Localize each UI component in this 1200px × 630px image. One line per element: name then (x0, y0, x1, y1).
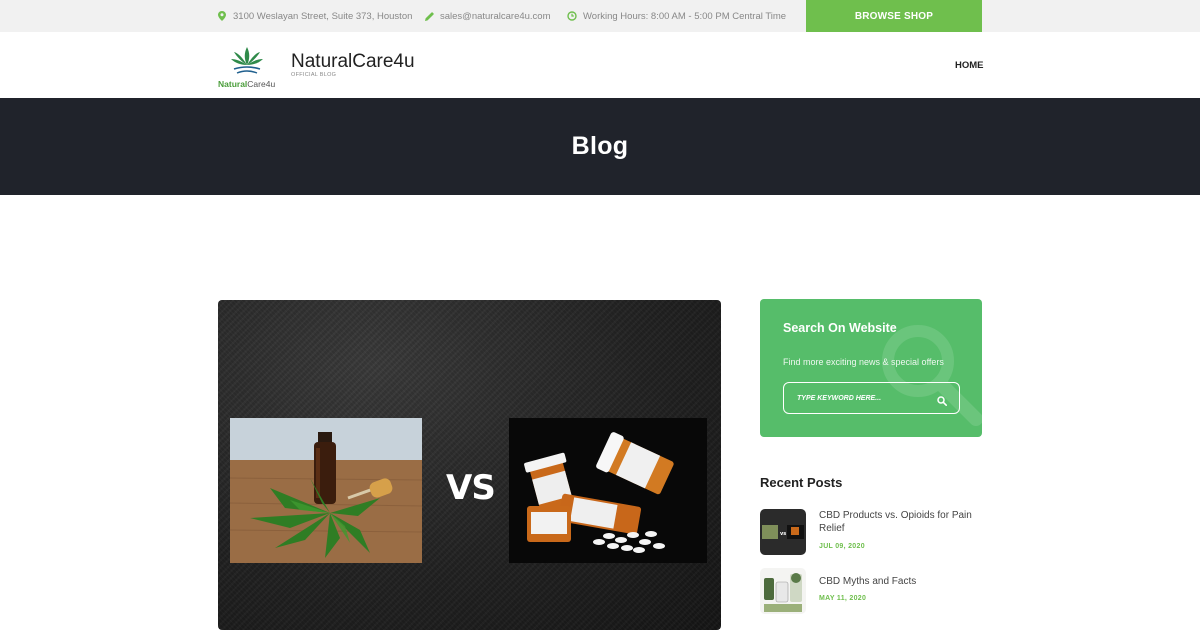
location-pin-icon (217, 11, 227, 21)
search-watermark-icon (878, 321, 982, 431)
hours-info: Working Hours: 8:00 AM - 5:00 PM Central… (567, 0, 786, 32)
search-widget-title: Search On Website (783, 321, 897, 335)
search-widget-subtitle: Find more exciting news & special offers (783, 357, 944, 367)
email-link[interactable]: sales@naturalcare4u.com (440, 11, 551, 22)
address-text: 3100 Weslayan Street, Suite 373, Houston (233, 10, 413, 22)
recent-post-date: MAY 11, 2020 (819, 595, 867, 602)
hours-text: Working Hours: 8:00 AM - 5:00 PM Central… (583, 10, 787, 22)
brand-name[interactable]: NaturalCare4u (291, 51, 415, 73)
email-info[interactable]: sales@naturalcare4u.com (424, 0, 551, 32)
logo-wordmark: NaturalCare4u (218, 79, 276, 89)
top-info-bar: 3100 Weslayan Street, Suite 373, Houston… (0, 0, 1200, 32)
recent-post-thumbnail[interactable] (760, 568, 806, 614)
site-header: NaturalCare4u NaturalCare4u OFFICIAL BLO… (0, 32, 1200, 98)
page-title: Blog (571, 132, 629, 160)
nav-home-link[interactable]: HOME (955, 60, 984, 71)
recent-post-item[interactable]: CBD Myths and Facts MAY 11, 2020 (760, 568, 982, 618)
browse-shop-button[interactable]: BROWSE SHOP (806, 0, 982, 32)
vs-label: VS (446, 468, 496, 508)
opioid-pills-photo (509, 418, 707, 563)
cbd-oil-photo (230, 418, 422, 563)
address-info: 3100 Weslayan Street, Suite 373, Houston (217, 0, 412, 32)
recent-posts-heading: Recent Posts (760, 475, 843, 490)
search-input[interactable] (797, 394, 937, 402)
pencil-icon (424, 11, 434, 21)
featured-post-image[interactable]: VS (218, 300, 721, 630)
recent-post-item[interactable]: vs CBD Products vs. Opioids for Pain Rel… (760, 509, 982, 559)
recent-post-date: JUL 09, 2020 (819, 543, 865, 550)
recent-post-title[interactable]: CBD Myths and Facts (819, 575, 982, 588)
search-widget: Search On Website Find more exciting new… (760, 299, 982, 437)
svg-text:vs: vs (780, 531, 786, 537)
recent-post-thumbnail[interactable]: vs (760, 509, 806, 555)
clock-icon (567, 11, 577, 21)
brand-tagline: OFFICIAL BLOG (291, 72, 337, 78)
recent-post-title[interactable]: CBD Products vs. Opioids for Pain Relief (819, 509, 982, 535)
search-icon[interactable] (937, 393, 947, 406)
page-hero: Blog (0, 98, 1200, 195)
search-field[interactable] (783, 382, 960, 414)
